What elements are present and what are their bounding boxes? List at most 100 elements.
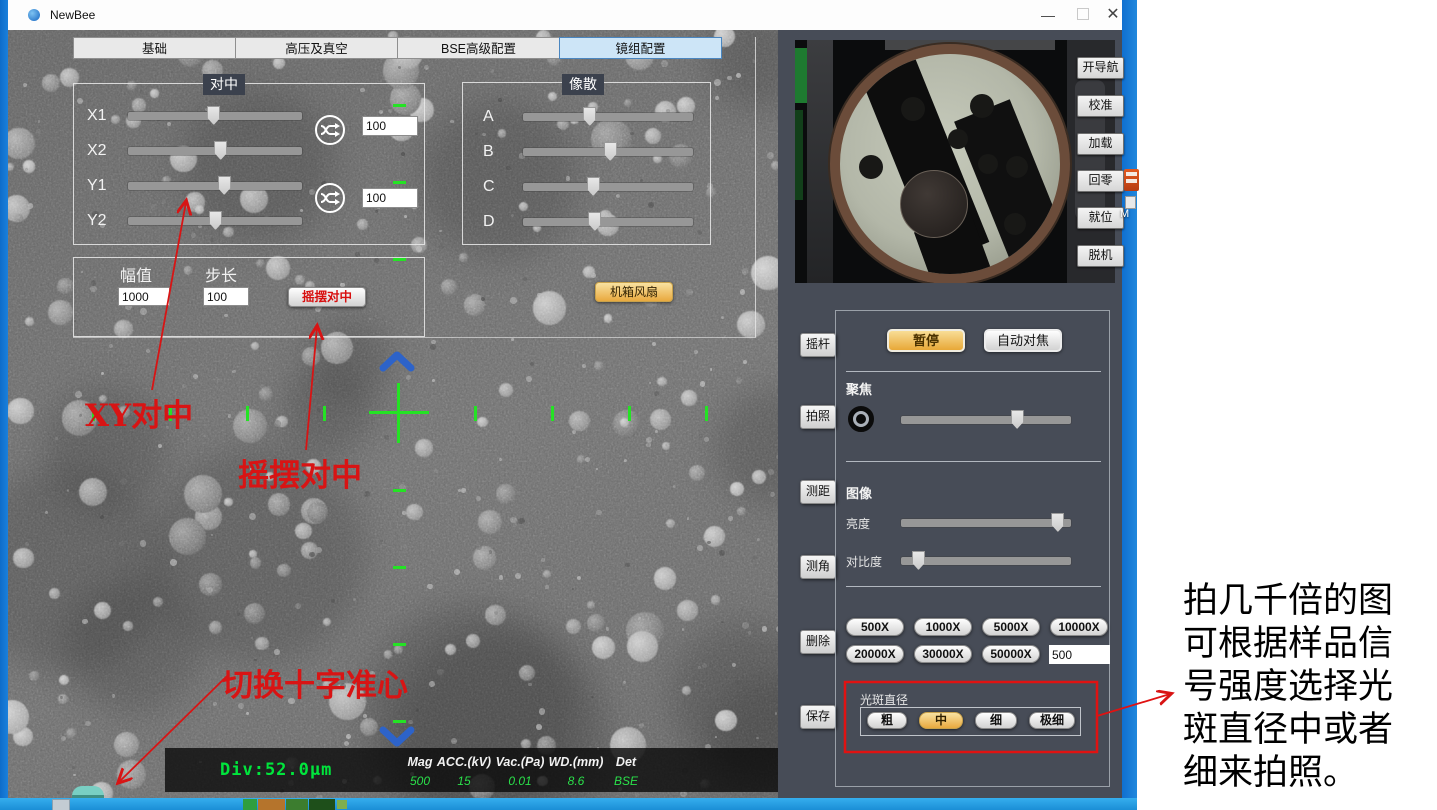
chassis-fan-button[interactable]: 机箱风扇 bbox=[595, 282, 673, 302]
desktop-shortcut-label: M bbox=[1120, 208, 1129, 220]
astigmatism-title: 像散 bbox=[562, 74, 604, 95]
brightness-label: 亮度 bbox=[846, 515, 870, 532]
spot-button-中[interactable]: 中 bbox=[919, 712, 963, 729]
divider bbox=[846, 371, 1101, 372]
astigmatism-slider-track-C[interactable] bbox=[523, 183, 693, 191]
stage-hole bbox=[970, 94, 994, 118]
mag-button-30000X[interactable]: 30000X bbox=[914, 645, 972, 663]
tab-2[interactable]: 高压及真空 bbox=[235, 37, 398, 59]
camera-pcb-green2 bbox=[795, 110, 803, 200]
wobble-x-icon[interactable] bbox=[314, 114, 346, 146]
desktop-shortcut-icon[interactable] bbox=[1124, 169, 1139, 191]
centering-slider-label-Y2: Y2 bbox=[87, 212, 107, 230]
side-note-line: 拍几千倍的图 bbox=[1183, 580, 1437, 623]
astigmatism-slider-label-D: D bbox=[483, 213, 495, 231]
tool-button-测角[interactable]: 测角 bbox=[800, 555, 836, 579]
spot-button-细[interactable]: 细 bbox=[975, 712, 1017, 729]
side-note-line: 斑直径中或者 bbox=[1183, 709, 1437, 752]
tool-button-测距[interactable]: 测距 bbox=[800, 480, 836, 504]
desktop-right-strip bbox=[1122, 0, 1137, 810]
titlebar[interactable]: NewBee — ✕ bbox=[8, 0, 1122, 31]
spot-button-粗[interactable]: 粗 bbox=[867, 712, 907, 729]
status-bar: Div:52.0μm Mag500ACC.(kV)15Vac.(Pa)0.01W… bbox=[165, 748, 778, 792]
status-value: BSE bbox=[596, 774, 656, 788]
mag-button-50000X[interactable]: 50000X bbox=[982, 645, 1040, 663]
right-panel: 开导航校准加载回零就位脱机 摇杆拍照测距测角删除保存 暂停 自动对焦 聚焦 图像… bbox=[778, 30, 1122, 798]
contrast-slider-track[interactable] bbox=[901, 557, 1071, 565]
nav-button-加载[interactable]: 加载 bbox=[1077, 133, 1124, 155]
nav-button-回零[interactable]: 回零 bbox=[1077, 170, 1124, 192]
spot-diameter-label: 光斑直径 bbox=[860, 691, 908, 708]
app-icon bbox=[28, 9, 40, 21]
status-value: 0.01 bbox=[490, 774, 550, 788]
sample-stage bbox=[830, 44, 1070, 283]
spot-button-极细[interactable]: 极细 bbox=[1029, 712, 1075, 729]
side-note-line: 号强度选择光 bbox=[1183, 666, 1437, 709]
amplitude-input[interactable] bbox=[118, 287, 170, 306]
centering-slider-track-Y1[interactable] bbox=[128, 182, 302, 190]
tool-button-删除[interactable]: 删除 bbox=[800, 630, 836, 654]
contrast-label: 对比度 bbox=[846, 553, 882, 570]
swing-centering-button[interactable]: 摇摆对中 bbox=[288, 287, 366, 307]
mag-button-500X[interactable]: 500X bbox=[846, 618, 904, 636]
stage-hole bbox=[1006, 156, 1028, 178]
tool-button-保存[interactable]: 保存 bbox=[800, 705, 836, 729]
nav-button-开导航[interactable]: 开导航 bbox=[1077, 57, 1124, 79]
chevron-down-icon[interactable] bbox=[379, 726, 419, 748]
nav-button-脱机[interactable]: 脱机 bbox=[1077, 245, 1124, 267]
mag-button-20000X[interactable]: 20000X bbox=[846, 645, 904, 663]
nav-button-就位[interactable]: 就位 bbox=[1077, 207, 1124, 229]
wobble-y-icon[interactable] bbox=[314, 182, 346, 214]
tab-4[interactable]: 镜组配置 bbox=[559, 37, 722, 59]
astigmatism-slider-track-D[interactable] bbox=[523, 218, 693, 226]
crosshair-toggle-icon[interactable] bbox=[72, 786, 104, 798]
brightness-slider-thumb[interactable] bbox=[1051, 513, 1064, 532]
focus-record-icon[interactable] bbox=[848, 406, 874, 432]
stage-hole bbox=[859, 155, 883, 179]
stage-hole bbox=[948, 129, 968, 149]
step-input[interactable] bbox=[203, 287, 249, 306]
tool-button-拍照[interactable]: 拍照 bbox=[800, 405, 836, 429]
mag-button-1000X[interactable]: 1000X bbox=[914, 618, 972, 636]
nav-button-校准[interactable]: 校准 bbox=[1077, 95, 1124, 117]
crosshair-vertical bbox=[397, 383, 400, 443]
wobble-x-input[interactable] bbox=[362, 116, 418, 136]
wobble-y-input[interactable] bbox=[362, 188, 418, 208]
close-button[interactable]: ✕ bbox=[1098, 0, 1128, 30]
tab-1[interactable]: 基础 bbox=[73, 37, 236, 59]
focus-slider-track[interactable] bbox=[901, 416, 1071, 424]
status-header: Det bbox=[596, 755, 656, 769]
autofocus-button[interactable]: 自动对焦 bbox=[984, 329, 1062, 352]
ruler-dash-7 bbox=[393, 720, 406, 723]
mag-button-10000X[interactable]: 10000X bbox=[1050, 618, 1108, 636]
taskbar[interactable] bbox=[0, 798, 1137, 810]
amplitude-label: 幅值 bbox=[120, 262, 152, 286]
desktop-left-strip bbox=[0, 0, 8, 810]
focus-slider-thumb[interactable] bbox=[1011, 410, 1024, 429]
taskbar-app-icon[interactable] bbox=[52, 799, 70, 810]
config-group-border-right bbox=[755, 37, 756, 337]
astigmatism-slider-label-B: B bbox=[483, 143, 494, 161]
side-note-text: 拍几千倍的图可根据样品信号强度选择光斑直径中或者细来拍照。 bbox=[1183, 580, 1437, 795]
astigmatism-slider-label-A: A bbox=[483, 108, 494, 126]
contrast-slider-thumb[interactable] bbox=[912, 551, 925, 570]
astigmatism-slider-track-A[interactable] bbox=[523, 113, 693, 121]
ruler-tick-3 bbox=[246, 406, 249, 421]
mag-button-5000X[interactable]: 5000X bbox=[982, 618, 1040, 636]
app-window: NewBee — ✕ 基础高压及真空BSE高级配置镜组配置 对中 X1X2Y1Y… bbox=[8, 0, 1122, 798]
chevron-up-icon[interactable] bbox=[379, 350, 419, 372]
status-header: Vac.(Pa) bbox=[490, 755, 550, 769]
sem-image-view[interactable]: 基础高压及真空BSE高级配置镜组配置 对中 X1X2Y1Y2 bbox=[8, 30, 778, 798]
centering-slider-label-Y1: Y1 bbox=[87, 177, 107, 195]
taskbar-fragment bbox=[258, 799, 285, 810]
maximize-button[interactable] bbox=[1068, 0, 1098, 30]
magnification-input[interactable] bbox=[1049, 645, 1110, 664]
brightness-slider-track[interactable] bbox=[901, 519, 1071, 527]
divider bbox=[846, 461, 1101, 462]
camera-pcb-green bbox=[795, 48, 807, 103]
tool-button-摇杆[interactable]: 摇杆 bbox=[800, 333, 836, 357]
taskbar-fragment bbox=[337, 800, 347, 809]
minimize-button[interactable]: — bbox=[1033, 0, 1063, 30]
tab-3[interactable]: BSE高级配置 bbox=[397, 37, 560, 59]
pause-button[interactable]: 暂停 bbox=[887, 329, 965, 352]
